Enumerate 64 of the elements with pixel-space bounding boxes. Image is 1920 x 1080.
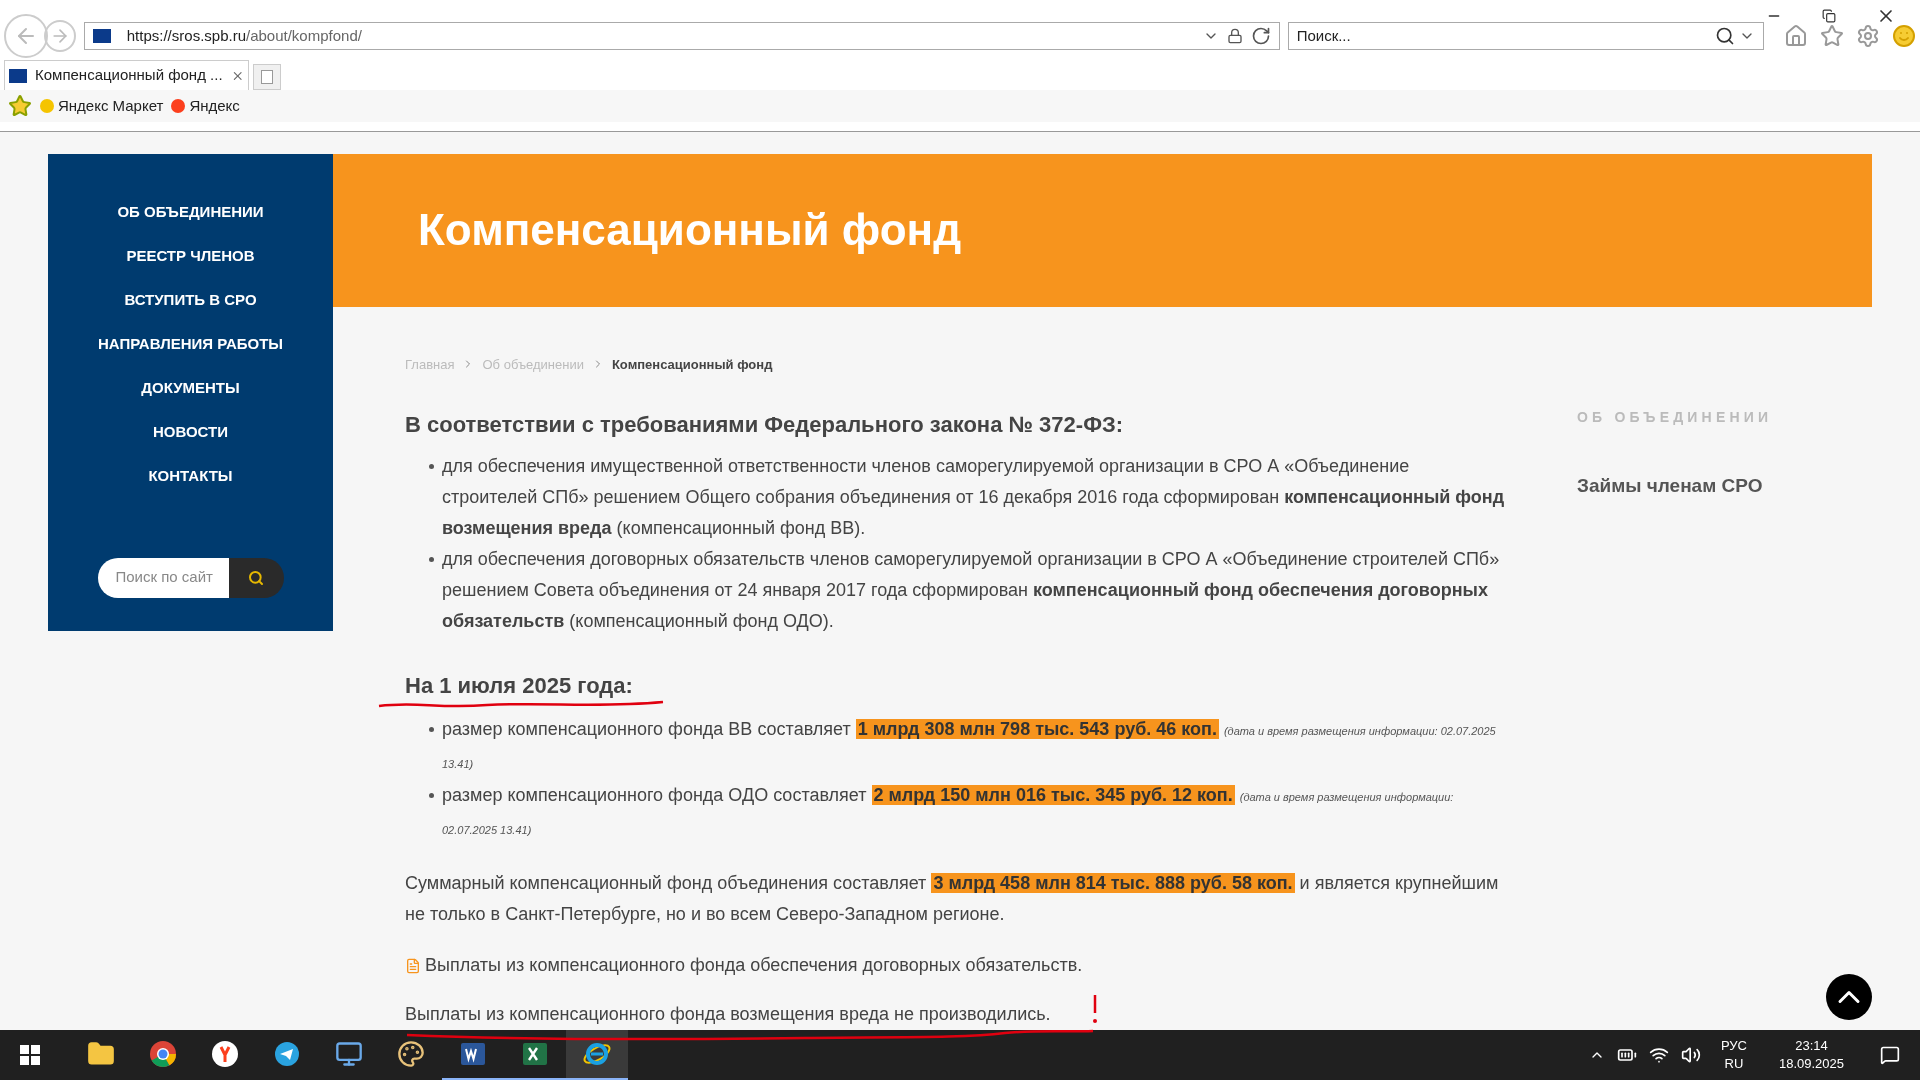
- wifi-icon[interactable]: [1648, 1045, 1669, 1065]
- sidebar-menu-link[interactable]: НОВОСТИ: [153, 421, 228, 466]
- bullet-icon: [429, 793, 434, 798]
- exclamation-mark-drawing: [1091, 993, 1099, 1025]
- favorite-link[interactable]: Яндекс: [171, 94, 240, 118]
- spreadsheet-x-icon: [521, 1040, 549, 1068]
- document-link[interactable]: Выплаты из компенсационного фонда обеспечения договорных обязательств.: [425, 950, 1083, 981]
- sidebar-menu-link[interactable]: РЕЕСТР ЧЛЕНОВ: [126, 245, 255, 290]
- sidebar-menu-link[interactable]: КОНТАКТЫ: [148, 465, 233, 510]
- letter-circle-icon: [211, 1040, 239, 1068]
- speaker-icon[interactable]: [1680, 1045, 1701, 1065]
- site-favicon: [9, 68, 27, 83]
- date-heading: На 1 июля 2025 года:: [405, 672, 633, 700]
- lock-icon: [1226, 28, 1243, 44]
- clock-date[interactable]: 18.09.2025: [1778, 1055, 1844, 1073]
- sidebar-menu-link[interactable]: ДОКУМЕНТЫ: [141, 377, 240, 422]
- site-favicon: [92, 29, 111, 43]
- bullet-icon: [429, 727, 434, 732]
- list-item-text: для обеспечения имущественной ответственности членов саморегулируемой организации в СРО А «Объединение строителей СПб» решением Общего собрания объединения от 16 декабря 2016 года сформирован компенсационный фонд возмещения вреда (компенсационный фонд ВВ).: [442, 455, 1505, 540]
- search-box[interactable]: Поиск...: [1287, 22, 1764, 50]
- tab-title: Компенсационный фонд ...: [35, 65, 223, 86]
- bullet-icon: [429, 557, 434, 562]
- browser-icon: [149, 1040, 177, 1068]
- new-tab-button[interactable]: [253, 64, 281, 90]
- document-icon: [405, 957, 421, 974]
- search-button[interactable]: [228, 557, 284, 598]
- sidebar-menu-link[interactable]: НАПРАВЛЕНИЯ РАБОТЫ: [97, 333, 284, 378]
- monitor-icon: [335, 1040, 363, 1068]
- restore-icon[interactable]: [1822, 9, 1836, 23]
- list-item-text: размер компенсационного фонда ОДО составляет 2 млрд 150 млн 016 тыс. 345 руб. 12 коп. (дата и время размещения информации: 02.07.2025 13.41): [442, 784, 1455, 838]
- summary-paragraph: Суммарный компенсационный фонд объединения составляет 3 млрд 458 млн 814 тыс. 888 руб. 58 коп. и является крупнейшим не только в Санкт-Петербурге, но и во всем Северо-Западном регионе.: [405, 872, 1500, 926]
- browser-tab[interactable]: Компенсационный фонд ...: [4, 60, 249, 90]
- scroll-top-button[interactable]: [1826, 974, 1872, 1020]
- windows-logo-icon[interactable]: [20, 1045, 40, 1065]
- layout-indicator[interactable]: RU: [1724, 1055, 1744, 1073]
- list-item-text: для обеспечения договорных обязательств членов саморегулируемой организации в СРО А «Объединение строителей СПб» решением Совета объединения от 24 января 2017 года сформирован компенсационный фонд обеспечения договорных обязательств (компенсационный фонд ОДО).: [442, 548, 1501, 633]
- site-search-box[interactable]: Поиск по сайт: [97, 557, 229, 598]
- search-field[interactable]: Поиск...: [1296, 24, 1711, 48]
- sidebar-menu-link[interactable]: ОБ ОБЪЕДИНЕНИИ: [117, 201, 264, 246]
- folder-icon: [87, 1040, 115, 1068]
- paper-plane-icon: [273, 1040, 301, 1068]
- favorites-star-icon[interactable]: [8, 94, 32, 118]
- refresh-icon[interactable]: [1250, 26, 1271, 46]
- search-icon: [248, 569, 264, 586]
- sidebar-link[interactable]: Займы членам СРО: [1577, 471, 1773, 500]
- document-w-icon: [459, 1040, 487, 1068]
- search-icon[interactable]: [1715, 26, 1735, 46]
- breadcrumb-link[interactable]: Компенсационный фонд: [611, 354, 773, 374]
- palette-icon: [397, 1040, 425, 1068]
- sidebar-menu-link[interactable]: ВСТУПИТЬ В СРО: [124, 289, 257, 334]
- home-icon[interactable]: [1784, 24, 1808, 48]
- language-indicator[interactable]: РУС: [1720, 1037, 1747, 1055]
- url-text: https://sros.spb.ru/about/kompfond/: [126, 25, 363, 46]
- clock-time[interactable]: 23:14: [1795, 1037, 1828, 1055]
- bullet-icon: [429, 464, 434, 469]
- address-bar[interactable]: https://sros.spb.ru/about/kompfond/: [83, 22, 1280, 50]
- list-item-text: размер компенсационного фонда ВВ составляет 1 млрд 308 млн 798 тыс. 543 руб. 46 коп. (дата и время размещения информации: 02.07.2025 13.41): [442, 718, 1497, 772]
- section-heading: В соответствии с требованиями Федерального закона № 372-ФЗ:: [405, 411, 1125, 439]
- notifications-icon[interactable]: [1880, 1045, 1900, 1065]
- payout-note: Выплаты из компенсационного фонда возмещения вреда не производились.: [405, 1003, 1051, 1026]
- page-title: Компенсационный фонд: [418, 204, 962, 256]
- sidebar-heading: ОБ ОБЪЕДИНЕНИИ: [1577, 407, 1773, 427]
- site-search-field[interactable]: Поиск по сайт: [115, 566, 226, 589]
- favorite-link[interactable]: Яндекс Маркет: [40, 94, 164, 118]
